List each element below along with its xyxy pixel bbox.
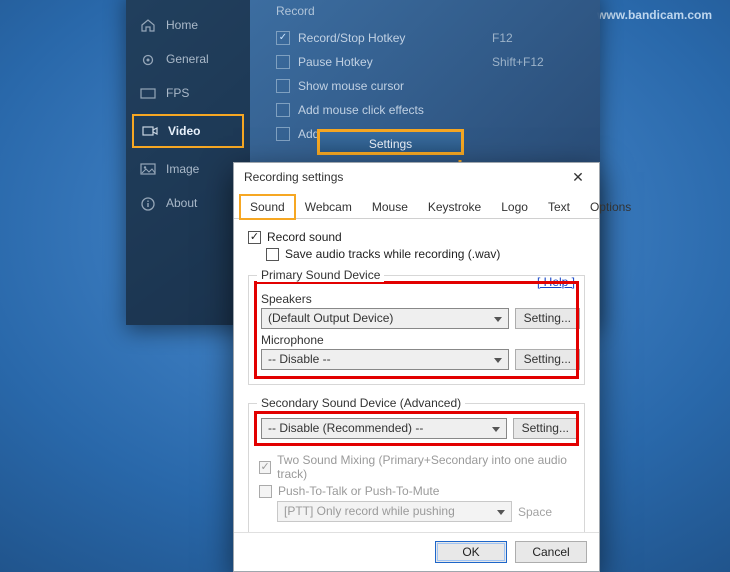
checkbox-label: Save audio tracks while recording (.wav) bbox=[285, 247, 500, 261]
save-wav-checkbox[interactable]: Save audio tracks while recording (.wav) bbox=[266, 247, 585, 261]
sidebar-item-about[interactable]: About bbox=[126, 186, 250, 220]
row-show-cursor: Show mouse cursor bbox=[276, 74, 582, 98]
row-label: Show mouse cursor bbox=[298, 79, 582, 93]
close-button[interactable]: ✕ bbox=[565, 166, 591, 188]
two-sound-mixing-checkbox: Two Sound Mixing (Primary+Secondary into… bbox=[259, 453, 574, 481]
tab-keystroke[interactable]: Keystroke bbox=[418, 195, 491, 219]
tab-mouse[interactable]: Mouse bbox=[362, 195, 418, 219]
sidebar-item-general[interactable]: General bbox=[126, 42, 250, 76]
tab-webcam[interactable]: Webcam bbox=[295, 195, 362, 219]
recording-settings-dialog: Recording settings ✕ Sound Webcam Mouse … bbox=[233, 162, 600, 572]
row-label: Record/Stop Hotkey bbox=[298, 31, 484, 45]
dialog-title: Recording settings bbox=[244, 170, 343, 184]
tab-sound[interactable]: Sound bbox=[240, 195, 295, 219]
home-icon bbox=[140, 18, 156, 32]
checkbox-label: Push-To-Talk or Push-To-Mute bbox=[278, 484, 439, 498]
microphone-setting-button[interactable]: Setting... bbox=[515, 349, 580, 370]
microphone-combo[interactable]: -- Disable -- bbox=[261, 349, 509, 370]
speakers-setting-button[interactable]: Setting... bbox=[515, 308, 580, 329]
tab-text[interactable]: Text bbox=[538, 195, 580, 219]
row-click-effects: Add mouse click effects bbox=[276, 98, 582, 122]
secondary-sound-group: Secondary Sound Device (Advanced) -- Dis… bbox=[248, 403, 585, 532]
sidebar: Home General FPS Video Image About bbox=[126, 0, 250, 325]
row-label: Add mouse click effects bbox=[298, 103, 582, 117]
settings-button[interactable]: Settings bbox=[317, 129, 464, 155]
tab-logo[interactable]: Logo bbox=[491, 195, 538, 219]
checkbox[interactable] bbox=[276, 79, 290, 93]
row-record-hotkey: Record/Stop Hotkey F12 bbox=[276, 26, 582, 50]
sidebar-item-label: Image bbox=[166, 162, 199, 176]
row-label: Pause Hotkey bbox=[298, 55, 484, 69]
ptt-hotkey-value: Space bbox=[518, 505, 574, 519]
video-icon bbox=[142, 124, 158, 138]
row-value[interactable]: Shift+F12 bbox=[492, 55, 582, 69]
dialog-titlebar: Recording settings ✕ bbox=[234, 163, 599, 191]
checkbox[interactable] bbox=[276, 55, 290, 69]
checkbox-icon bbox=[259, 461, 271, 474]
speakers-combo[interactable]: (Default Output Device) bbox=[261, 308, 509, 329]
checkbox[interactable] bbox=[276, 103, 290, 117]
row-pause-hotkey: Pause Hotkey Shift+F12 bbox=[276, 50, 582, 74]
group-title: Secondary Sound Device (Advanced) bbox=[257, 396, 465, 410]
dialog-body: [ Help ] Record sound Save audio tracks … bbox=[234, 219, 599, 532]
row-value[interactable]: F12 bbox=[492, 31, 582, 45]
microphone-label: Microphone bbox=[261, 333, 572, 347]
secondary-combo[interactable]: -- Disable (Recommended) -- bbox=[261, 418, 507, 439]
checkbox[interactable] bbox=[276, 31, 290, 45]
ptt-mode-combo: [PTT] Only record while pushing bbox=[277, 501, 512, 522]
image-icon bbox=[140, 162, 156, 176]
tab-options[interactable]: Options bbox=[580, 195, 641, 219]
checkbox-icon bbox=[259, 485, 272, 498]
fps-icon bbox=[140, 86, 156, 100]
sidebar-item-home[interactable]: Home bbox=[126, 8, 250, 42]
sidebar-item-label: About bbox=[166, 196, 197, 210]
group-title: Primary Sound Device bbox=[257, 268, 384, 282]
push-to-talk-checkbox: Push-To-Talk or Push-To-Mute bbox=[259, 484, 574, 498]
annotation-highlight-secondary: -- Disable (Recommended) -- Setting... bbox=[259, 416, 574, 441]
info-icon bbox=[140, 196, 156, 210]
secondary-setting-button[interactable]: Setting... bbox=[513, 418, 578, 439]
checkbox-label: Two Sound Mixing (Primary+Secondary into… bbox=[277, 453, 574, 481]
dialog-footer: OK Cancel bbox=[234, 532, 599, 571]
primary-sound-group: Primary Sound Device Speakers (Default O… bbox=[248, 275, 585, 385]
record-sound-checkbox[interactable]: Record sound bbox=[248, 230, 585, 244]
cancel-button[interactable]: Cancel bbox=[515, 541, 587, 563]
sidebar-item-label: Video bbox=[168, 124, 200, 138]
sidebar-item-fps[interactable]: FPS bbox=[126, 76, 250, 110]
sidebar-item-label: Home bbox=[166, 18, 198, 32]
sidebar-item-label: FPS bbox=[166, 86, 189, 100]
checkbox-icon bbox=[248, 231, 261, 244]
checkbox-label: Record sound bbox=[267, 230, 342, 244]
checkbox[interactable] bbox=[276, 127, 290, 141]
speakers-label: Speakers bbox=[261, 292, 572, 306]
gear-icon bbox=[140, 52, 156, 66]
tab-bar: Sound Webcam Mouse Keystroke Logo Text O… bbox=[234, 191, 599, 219]
watermark-text: www.bandicam.com bbox=[597, 8, 712, 22]
section-title: Record bbox=[276, 4, 582, 18]
annotation-highlight-primary: Speakers (Default Output Device) Setting… bbox=[259, 286, 574, 374]
ok-button[interactable]: OK bbox=[435, 541, 507, 563]
sidebar-item-video[interactable]: Video bbox=[132, 114, 244, 148]
checkbox-icon bbox=[266, 248, 279, 261]
sidebar-item-image[interactable]: Image bbox=[126, 152, 250, 186]
sidebar-item-label: General bbox=[166, 52, 209, 66]
